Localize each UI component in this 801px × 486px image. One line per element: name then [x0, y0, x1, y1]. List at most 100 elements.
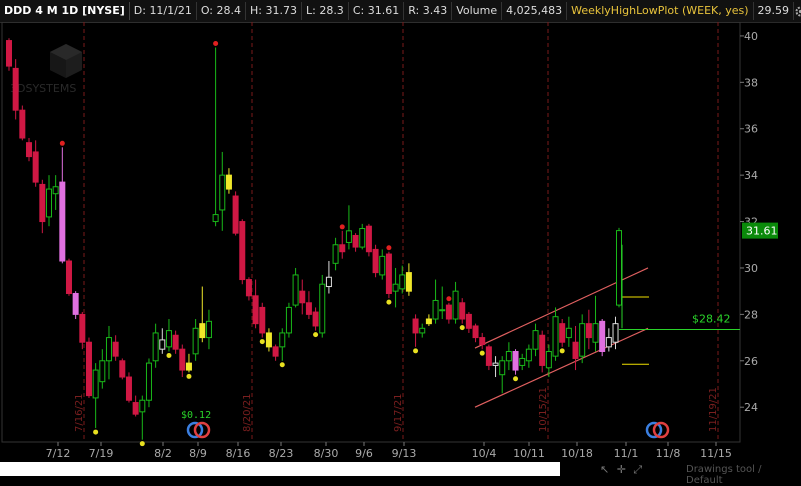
candle	[132, 395, 139, 417]
candle	[79, 312, 86, 350]
candle-body	[279, 332, 286, 348]
scrollbar-track[interactable]	[0, 462, 560, 476]
candle-body	[292, 274, 299, 306]
candle-body	[392, 283, 399, 292]
candle	[405, 263, 412, 296]
candle	[259, 302, 266, 338]
candle	[172, 330, 179, 354]
last-price-label: 31.61	[746, 225, 778, 238]
candle-body	[312, 311, 319, 327]
candle	[472, 323, 479, 343]
candle-body	[59, 181, 66, 262]
candle	[592, 295, 599, 352]
candle-body	[445, 304, 452, 320]
candle	[185, 353, 192, 373]
candle	[45, 175, 52, 227]
x-tick-label: 10/4	[472, 447, 497, 460]
candle	[539, 330, 546, 373]
candle	[379, 249, 386, 280]
x-tick-label: 9/6	[355, 447, 373, 460]
candle-body	[32, 151, 39, 183]
candle	[199, 286, 206, 343]
candle	[85, 337, 92, 398]
candle	[299, 279, 306, 315]
candle	[99, 349, 106, 389]
candle-body	[592, 323, 599, 343]
candle	[192, 319, 199, 361]
annotations: $28.42 $0.12	[181, 244, 740, 439]
y-tick-label: 26	[744, 355, 758, 368]
candle-body	[159, 339, 166, 350]
candle	[119, 358, 126, 380]
candle-body	[105, 337, 112, 362]
gear-icon[interactable]	[794, 2, 801, 20]
candle-body	[65, 260, 72, 294]
low-signal-dot	[166, 353, 172, 359]
x-tick-label: 11/1	[614, 447, 639, 460]
candle-body	[345, 230, 352, 243]
candle-body	[379, 255, 386, 276]
x-tick-label: 8/23	[269, 447, 294, 460]
candle	[492, 356, 499, 378]
candle	[325, 261, 332, 294]
candle-body	[132, 402, 139, 415]
candle	[39, 179, 46, 234]
candle	[219, 151, 226, 231]
candle-body	[39, 183, 46, 223]
study-value: 29.59	[754, 2, 795, 20]
candle-body	[72, 292, 79, 315]
price-chart[interactable]: 3DSYSTEMS 7/16/21 8/20/21 9/17/21 10/15/21 1…	[0, 22, 801, 462]
candle-body	[359, 228, 366, 248]
header-bar: DDD 4 M 1D [NYSE] D: 11/1/21 O: 28.4 H: …	[0, 0, 801, 23]
high-signal-dot	[213, 41, 219, 47]
candle-body	[25, 142, 32, 158]
candle	[585, 309, 592, 350]
candle	[152, 323, 159, 368]
candle	[445, 302, 452, 324]
y-tick-label: 24	[744, 401, 758, 414]
symbol-label[interactable]: DDD 4 M 1D [NYSE]	[0, 2, 130, 20]
candle	[505, 342, 512, 371]
study-label[interactable]: WeeklyHighLowPlot (WEEK, yes)	[567, 2, 754, 20]
candle-body	[112, 341, 119, 357]
date-axis: 7/12 7/19 8/2 8/9 8/16 8/23 8/30 9/6 9/13 10/4 10/…	[46, 442, 732, 460]
low-signal-dot	[93, 429, 99, 435]
drawings-label[interactable]: Drawings tool / Default	[686, 464, 801, 486]
low-signal-dot	[479, 350, 485, 356]
vertical-date-label: 7/16/21	[74, 393, 85, 432]
close-readout: C: 31.61	[349, 2, 405, 20]
candle-body	[192, 327, 199, 355]
candle	[125, 372, 132, 403]
candle	[412, 314, 419, 347]
candle-body	[12, 67, 19, 111]
candle	[385, 251, 392, 299]
candle-body	[219, 174, 226, 211]
volume-value: 4,025,483	[502, 2, 568, 20]
candle	[599, 319, 606, 357]
x-tick-label: 7/12	[46, 447, 71, 460]
candle	[279, 328, 286, 361]
x-tick-label: 8/30	[314, 447, 339, 460]
candle-body	[512, 351, 519, 371]
candle-body	[612, 323, 619, 343]
y-tick-label: 40	[744, 30, 758, 43]
candle-body	[559, 323, 566, 343]
candle-body	[52, 186, 59, 195]
candle-body	[605, 337, 612, 348]
candle-body	[572, 341, 579, 359]
y-tick-label: 34	[744, 169, 758, 182]
candle-body	[479, 337, 486, 346]
candle-body	[472, 325, 479, 339]
candle	[252, 279, 259, 329]
candle	[365, 223, 372, 257]
candle-body	[185, 362, 192, 371]
candle-body	[245, 279, 252, 297]
candle-body	[525, 348, 532, 362]
candle-body	[459, 302, 466, 320]
low-signal-dot	[186, 373, 192, 379]
cursor-tools-icon[interactable]: ↖ ✛ ⤢	[600, 463, 644, 477]
candle	[59, 147, 66, 264]
candle	[212, 47, 219, 227]
candle-body	[465, 313, 472, 329]
candle	[25, 138, 32, 162]
